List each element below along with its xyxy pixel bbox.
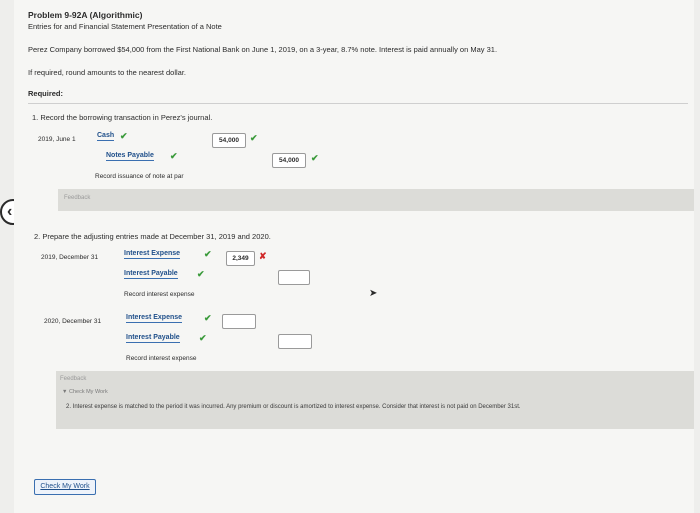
checkmark-icon: ✔ (120, 131, 128, 141)
interest-expense-debit-amount-2[interactable] (222, 314, 256, 329)
feedback-label: Feedback (64, 195, 91, 201)
interest-payable-credit-amount-2[interactable] (278, 334, 312, 349)
entry1-memo: Record interest expense (124, 291, 195, 298)
interest-payable-credit-amount[interactable] (278, 270, 310, 285)
part2-feedback-panel: Feedback ▼ Check My Work 2. Interest exp… (56, 371, 694, 429)
checkmark-icon: ✔ (204, 313, 212, 323)
interest-expense-account-field[interactable]: Interest Expense (124, 250, 181, 259)
x-mark-icon: ✘ (259, 251, 267, 261)
feedback-label: Feedback (60, 376, 87, 382)
part2-instruction: 2. Prepare the adjusting entries made at… (34, 232, 271, 241)
checkmark-icon: ✔ (199, 333, 207, 343)
chevron-left-icon: ‹ (7, 203, 13, 220)
rounding-note: If required, round amounts to the neares… (28, 68, 187, 77)
checkmark-icon: ✔ (170, 151, 178, 161)
checkmark-icon: ✔ (250, 133, 258, 143)
notes-payable-credit-amount[interactable]: 54,000 (272, 153, 306, 168)
entry2-memo: Record interest expense (126, 355, 197, 362)
checkmark-icon: ✔ (311, 153, 319, 163)
part1-date: 2019, June 1 (38, 136, 76, 143)
entry2-date: 2020, December 31 (44, 318, 102, 325)
required-label: Required: (28, 89, 64, 98)
mouse-cursor-icon: ➤ (369, 288, 378, 299)
problem-title: Problem 9-92A (Algorithmic) (28, 10, 143, 20)
feedback-text: 2. Interest expense is matched to the pe… (66, 404, 521, 410)
checkmark-icon: ✔ (204, 249, 212, 259)
problem-subtitle: Entries for and Financial Statement Pres… (28, 22, 222, 31)
cash-debit-amount[interactable]: 54,000 (212, 133, 246, 148)
check-my-work-caption: ▼ Check My Work (62, 389, 108, 395)
notes-payable-account-field[interactable]: Notes Payable (106, 152, 154, 161)
check-my-work-button[interactable]: Check My Work (34, 479, 96, 495)
interest-expense-debit-amount[interactable]: 2,349 (226, 251, 255, 266)
checkmark-icon: ✔ (197, 269, 205, 279)
part1-instruction: 1. Record the borrowing transaction in P… (32, 113, 213, 122)
cash-account-field[interactable]: Cash (97, 132, 115, 141)
part1-feedback-bar: Feedback (58, 189, 694, 211)
interest-payable-account-field[interactable]: Interest Payable (124, 270, 178, 279)
interest-payable-account-field-2[interactable]: Interest Payable (126, 334, 180, 343)
divider (28, 103, 688, 104)
entry1-date: 2019, December 31 (41, 254, 99, 261)
part1-memo: Record issuance of note at par (95, 173, 184, 180)
problem-page: Problem 9-92A (Algorithmic) Entries for … (14, 0, 694, 513)
interest-expense-account-field-2[interactable]: Interest Expense (126, 314, 183, 323)
problem-description: Perez Company borrowed $54,000 from the … (28, 45, 498, 54)
